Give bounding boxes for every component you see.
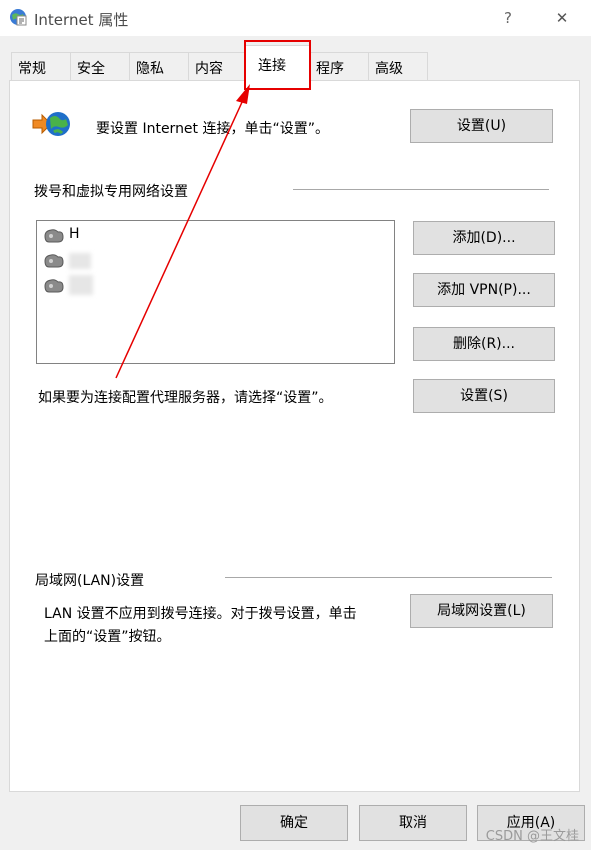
connection-settings-button[interactable]: 设置(S) xyxy=(413,379,555,413)
delete-connection-button[interactable]: 删除(R)... xyxy=(413,327,555,361)
help-button[interactable]: ? xyxy=(496,6,520,30)
tab-security[interactable]: 安全 xyxy=(70,52,130,80)
dialup-section-label: 拨号和虚拟专用网络设置 xyxy=(34,184,188,200)
window-title: Internet 属性 xyxy=(34,11,129,29)
lan-section-divider xyxy=(225,577,552,578)
dialup-section-divider xyxy=(293,189,549,190)
connections-listbox[interactable]: H xyxy=(36,220,395,364)
close-button[interactable]: ✕ xyxy=(550,6,574,30)
dialup-connection-icon xyxy=(44,254,64,268)
watermark: CSDN @王文桂 xyxy=(485,829,579,844)
connection-name: H xyxy=(69,226,80,242)
tab-advanced[interactable]: 高级 xyxy=(368,52,428,80)
tab-content[interactable]: 内容 xyxy=(188,52,248,80)
add-connection-button[interactable]: 添加(D)... xyxy=(413,221,555,255)
internet-setup-globe-icon xyxy=(32,112,70,136)
cancel-button[interactable]: 取消 xyxy=(359,805,467,841)
dialup-connection-icon xyxy=(44,229,64,243)
internet-options-icon xyxy=(10,9,27,26)
tab-privacy[interactable]: 隐私 xyxy=(129,52,189,80)
lan-description-line2: 上面的“设置”按钮。 xyxy=(44,629,171,645)
redacted-connection-name xyxy=(69,275,93,295)
lan-settings-button[interactable]: 局域网设置(L) xyxy=(410,594,553,628)
setup-description: 要设置 Internet 连接，单击“设置”。 xyxy=(96,121,329,137)
tab-programs[interactable]: 程序 xyxy=(309,52,369,80)
ok-button[interactable]: 确定 xyxy=(240,805,348,841)
proxy-description: 如果要为连接配置代理服务器，请选择“设置”。 xyxy=(38,390,333,406)
dialup-connection-icon xyxy=(44,279,64,293)
tab-general[interactable]: 常规 xyxy=(11,52,71,80)
add-vpn-button[interactable]: 添加 VPN(P)... xyxy=(413,273,555,307)
lan-description-line1: LAN 设置不应用到拨号连接。对于拨号设置，单击 xyxy=(44,606,357,622)
annotation-highlight-box xyxy=(244,40,311,90)
setup-button[interactable]: 设置(U) xyxy=(410,109,553,143)
lan-section-label: 局域网(LAN)设置 xyxy=(35,573,145,589)
redacted-connection-name xyxy=(69,253,91,269)
